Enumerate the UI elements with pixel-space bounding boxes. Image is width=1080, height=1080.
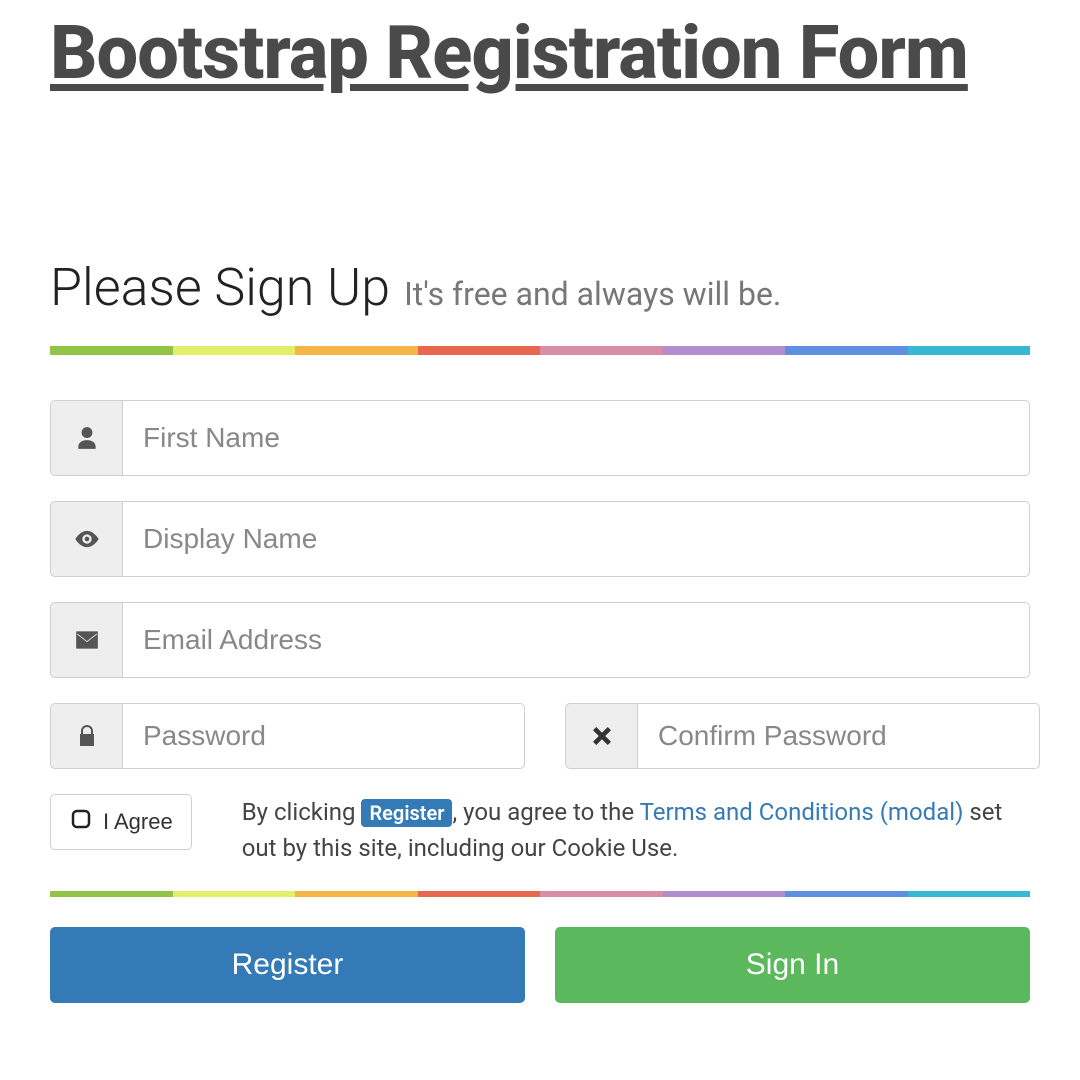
envelope-icon (50, 602, 122, 678)
display-name-field (50, 501, 1030, 577)
rainbow-divider-bottom (50, 891, 1030, 897)
lock-icon (50, 703, 122, 769)
register-button[interactable]: Register (50, 927, 525, 1003)
signup-title: Please Sign Up (50, 257, 390, 318)
signup-subtitle: It's free and always will be. (404, 275, 781, 313)
signin-button[interactable]: Sign In (555, 927, 1030, 1003)
agree-label: I Agree (103, 809, 173, 835)
signup-header: Please Sign Up It's free and always will… (50, 257, 1030, 318)
x-icon (565, 703, 637, 769)
registration-form: I Agree By clicking Register, you agree … (50, 400, 1030, 1003)
password-input[interactable] (122, 703, 525, 769)
disclaimer-text: By clicking Register, you agree to the T… (242, 794, 1030, 866)
email-input[interactable] (122, 602, 1030, 678)
terms-link[interactable]: Terms and Conditions (640, 798, 874, 826)
register-badge: Register (361, 799, 452, 827)
first-name-input[interactable] (122, 400, 1030, 476)
confirm-password-field (565, 703, 1040, 769)
first-name-field (50, 400, 1030, 476)
password-field (50, 703, 525, 769)
user-icon (50, 400, 122, 476)
display-name-input[interactable] (122, 501, 1030, 577)
confirm-password-input[interactable] (637, 703, 1040, 769)
checkbox-icon (69, 807, 93, 837)
rainbow-divider (50, 346, 1030, 355)
page-title: Bootstrap Registration Form (50, 0, 1030, 97)
eye-icon (50, 501, 122, 577)
modal-link[interactable]: (modal) (880, 798, 964, 826)
agree-checkbox[interactable]: I Agree (50, 794, 192, 850)
email-field (50, 602, 1030, 678)
